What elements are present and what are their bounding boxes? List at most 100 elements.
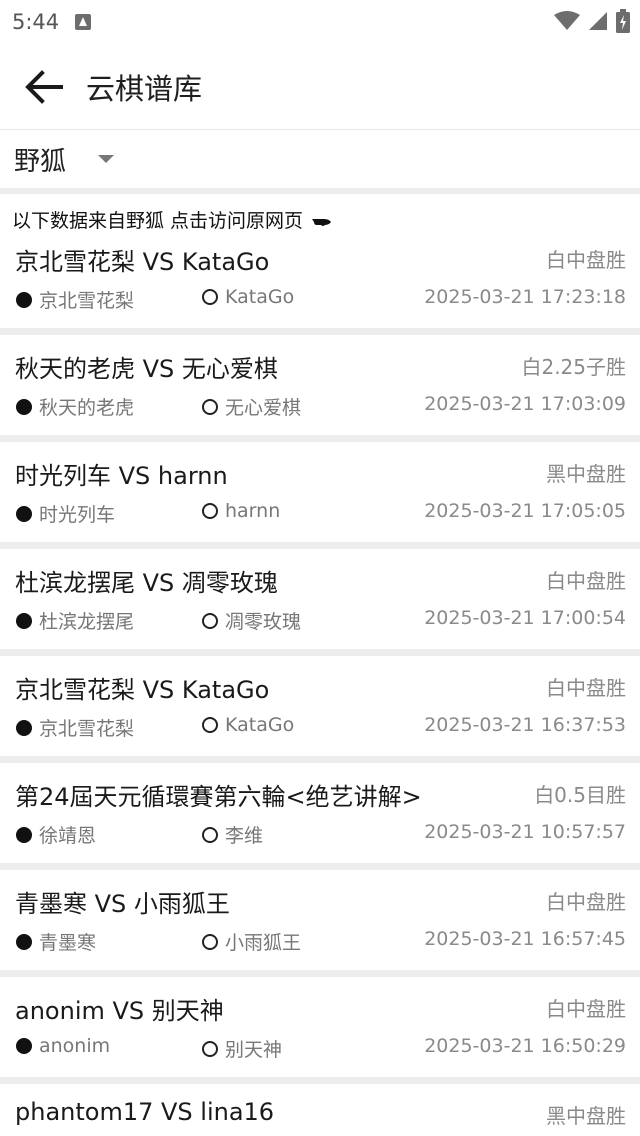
game-meta: 京北雪花梨 KataGo 2025-03-21 16:37:53 bbox=[16, 714, 626, 740]
source-dropdown[interactable]: 野狐 bbox=[0, 130, 640, 188]
wifi-icon bbox=[554, 11, 580, 30]
black-player: 京北雪花梨 bbox=[16, 714, 134, 741]
black-player-name: anonim bbox=[39, 1035, 111, 1057]
game-time: 2025-03-21 17:00:54 bbox=[424, 607, 626, 629]
game-time: 2025-03-21 16:37:53 bbox=[424, 714, 626, 736]
white-player: 别天神 bbox=[202, 1035, 282, 1062]
game-meta: 徐靖恩 李维 2025-03-21 10:57:57 bbox=[16, 821, 626, 847]
back-button[interactable] bbox=[22, 65, 66, 109]
black-stone-icon bbox=[16, 933, 32, 950]
white-player-name: 别天神 bbox=[225, 1039, 283, 1061]
game-meta: 京北雪花梨 KataGo 2025-03-21 17:23:18 bbox=[16, 286, 626, 312]
game-item[interactable]: 青墨寒 VS 小雨狐王 白中盘胜 青墨寒 小雨狐王 2025-03-21 16:… bbox=[0, 870, 640, 970]
game-title: 青墨寒 VS 小雨狐王 bbox=[15, 890, 230, 918]
black-stone-icon bbox=[16, 398, 32, 415]
source-link-text: 以下数据来自野狐 点击访问原网页 bbox=[12, 210, 304, 232]
game-title: anonim VS 别天神 bbox=[15, 997, 224, 1025]
page-title: 云棋谱库 bbox=[86, 71, 203, 106]
screen: 5:44 云棋谱库 野狐 以下数据来自野狐 点击访问原网页 京北雪花梨 VS K… bbox=[0, 0, 640, 1136]
game-time: 2025-03-21 17:05:05 bbox=[424, 500, 626, 522]
game-title: 京北雪花梨 VS KataGo bbox=[15, 676, 270, 704]
game-time: 2025-03-21 16:57:45 bbox=[424, 928, 626, 950]
white-player: harnn bbox=[202, 500, 280, 522]
cell-signal-icon bbox=[589, 12, 607, 30]
game-item[interactable]: 京北雪花梨 VS KataGo 白中盘胜 京北雪花梨 KataGo 2025-0… bbox=[0, 234, 640, 328]
white-player: KataGo bbox=[202, 286, 294, 308]
source-link[interactable]: 以下数据来自野狐 点击访问原网页 bbox=[0, 194, 640, 234]
game-result: 白中盘胜 bbox=[546, 676, 626, 700]
game-time: 2025-03-21 17:03:09 bbox=[424, 393, 626, 415]
black-player: 杜滨龙摆尾 bbox=[16, 607, 134, 634]
black-player: anonim bbox=[16, 1035, 110, 1057]
white-player-name: 小雨狐王 bbox=[225, 932, 302, 954]
game-item[interactable]: phantom17 VS lina16 黑中盘胜 bbox=[0, 1084, 640, 1136]
game-result: 白中盘胜 bbox=[546, 569, 626, 593]
white-player: KataGo bbox=[202, 714, 294, 736]
game-meta: anonim 别天神 2025-03-21 16:50:29 bbox=[16, 1035, 626, 1061]
black-player: 徐靖恩 bbox=[16, 821, 96, 848]
battery-charging-icon bbox=[616, 9, 630, 33]
black-stone-icon bbox=[16, 612, 32, 629]
white-player-name: 李维 bbox=[225, 825, 264, 847]
game-time: 2025-03-21 10:57:57 bbox=[424, 821, 626, 843]
game-time: 2025-03-21 17:23:18 bbox=[424, 286, 626, 308]
black-stone-icon bbox=[16, 1038, 32, 1054]
game-item[interactable]: 第24屆天元循環賽第六輪<绝艺讲解> 白0.5目胜 徐靖恩 李维 2025-03… bbox=[0, 763, 640, 863]
white-stone-icon bbox=[202, 612, 218, 629]
game-item[interactable]: 杜滨龙摆尾 VS 凋零玫瑰 白中盘胜 杜滨龙摆尾 凋零玫瑰 2025-03-21… bbox=[0, 549, 640, 649]
white-player: 无心爱棋 bbox=[202, 393, 301, 420]
white-stone-icon bbox=[202, 933, 218, 950]
white-stone-icon bbox=[202, 826, 218, 843]
white-player-name: KataGo bbox=[225, 286, 295, 308]
game-title: 秋天的老虎 VS 无心爱棋 bbox=[15, 355, 278, 383]
black-player-name: 时光列车 bbox=[39, 504, 116, 526]
black-player-name: 徐靖恩 bbox=[39, 825, 97, 847]
white-player: 凋零玫瑰 bbox=[202, 607, 301, 634]
game-time: 2025-03-21 16:50:29 bbox=[424, 1035, 626, 1057]
game-result: 白中盘胜 bbox=[546, 997, 626, 1021]
black-stone-icon bbox=[16, 505, 32, 522]
white-stone-icon bbox=[202, 503, 218, 519]
white-player: 小雨狐王 bbox=[202, 928, 301, 955]
white-player-name: 凋零玫瑰 bbox=[225, 611, 302, 633]
black-player: 京北雪花梨 bbox=[16, 286, 134, 313]
game-title: 京北雪花梨 VS KataGo bbox=[15, 248, 270, 276]
white-player: 李维 bbox=[202, 821, 263, 848]
notification-icon bbox=[75, 14, 92, 30]
game-item[interactable]: 京北雪花梨 VS KataGo 白中盘胜 京北雪花梨 KataGo 2025-0… bbox=[0, 656, 640, 756]
black-player: 秋天的老虎 bbox=[16, 393, 134, 420]
game-meta: 时光列车 harnn 2025-03-21 17:05:05 bbox=[16, 500, 626, 526]
white-stone-icon bbox=[202, 289, 218, 305]
game-title: phantom17 VS lina16 bbox=[15, 1098, 275, 1126]
pointing-hand-icon bbox=[312, 218, 332, 226]
black-player: 青墨寒 bbox=[16, 928, 96, 955]
game-item[interactable]: anonim VS 别天神 白中盘胜 anonim 别天神 2025-03-21… bbox=[0, 977, 640, 1077]
game-title: 杜滨龙摆尾 VS 凋零玫瑰 bbox=[15, 569, 278, 597]
game-result: 白0.5目胜 bbox=[534, 783, 626, 807]
black-player-name: 青墨寒 bbox=[39, 932, 97, 954]
black-player-name: 京北雪花梨 bbox=[39, 290, 135, 312]
white-stone-icon bbox=[202, 717, 218, 733]
black-stone-icon bbox=[16, 826, 32, 843]
game-item[interactable]: 时光列车 VS harnn 黑中盘胜 时光列车 harnn 2025-03-21… bbox=[0, 442, 640, 542]
white-stone-icon bbox=[202, 398, 218, 415]
white-player-name: 无心爱棋 bbox=[225, 397, 302, 419]
game-result: 白2.25子胜 bbox=[521, 355, 626, 379]
black-player: 时光列车 bbox=[16, 500, 115, 527]
status-bar: 5:44 bbox=[0, 0, 640, 44]
game-meta: 杜滨龙摆尾 凋零玫瑰 2025-03-21 17:00:54 bbox=[16, 607, 626, 633]
black-player-name: 京北雪花梨 bbox=[39, 718, 135, 740]
game-result: 黑中盘胜 bbox=[546, 462, 626, 486]
status-time: 5:44 bbox=[12, 10, 60, 34]
black-stone-icon bbox=[16, 291, 32, 308]
arrow-left-icon bbox=[25, 69, 63, 104]
game-meta: 青墨寒 小雨狐王 2025-03-21 16:57:45 bbox=[16, 928, 626, 954]
black-player-name: 杜滨龙摆尾 bbox=[39, 611, 135, 633]
white-player-name: harnn bbox=[225, 500, 281, 522]
game-result: 白中盘胜 bbox=[546, 248, 626, 272]
game-title: 时光列车 VS harnn bbox=[15, 462, 228, 490]
game-item[interactable]: 秋天的老虎 VS 无心爱棋 白2.25子胜 秋天的老虎 无心爱棋 2025-03… bbox=[0, 335, 640, 435]
game-title: 第24屆天元循環賽第六輪<绝艺讲解> bbox=[15, 783, 422, 811]
game-meta: 秋天的老虎 无心爱棋 2025-03-21 17:03:09 bbox=[16, 393, 626, 419]
game-list: 以下数据来自野狐 点击访问原网页 京北雪花梨 VS KataGo 白中盘胜 京北… bbox=[0, 194, 640, 1136]
